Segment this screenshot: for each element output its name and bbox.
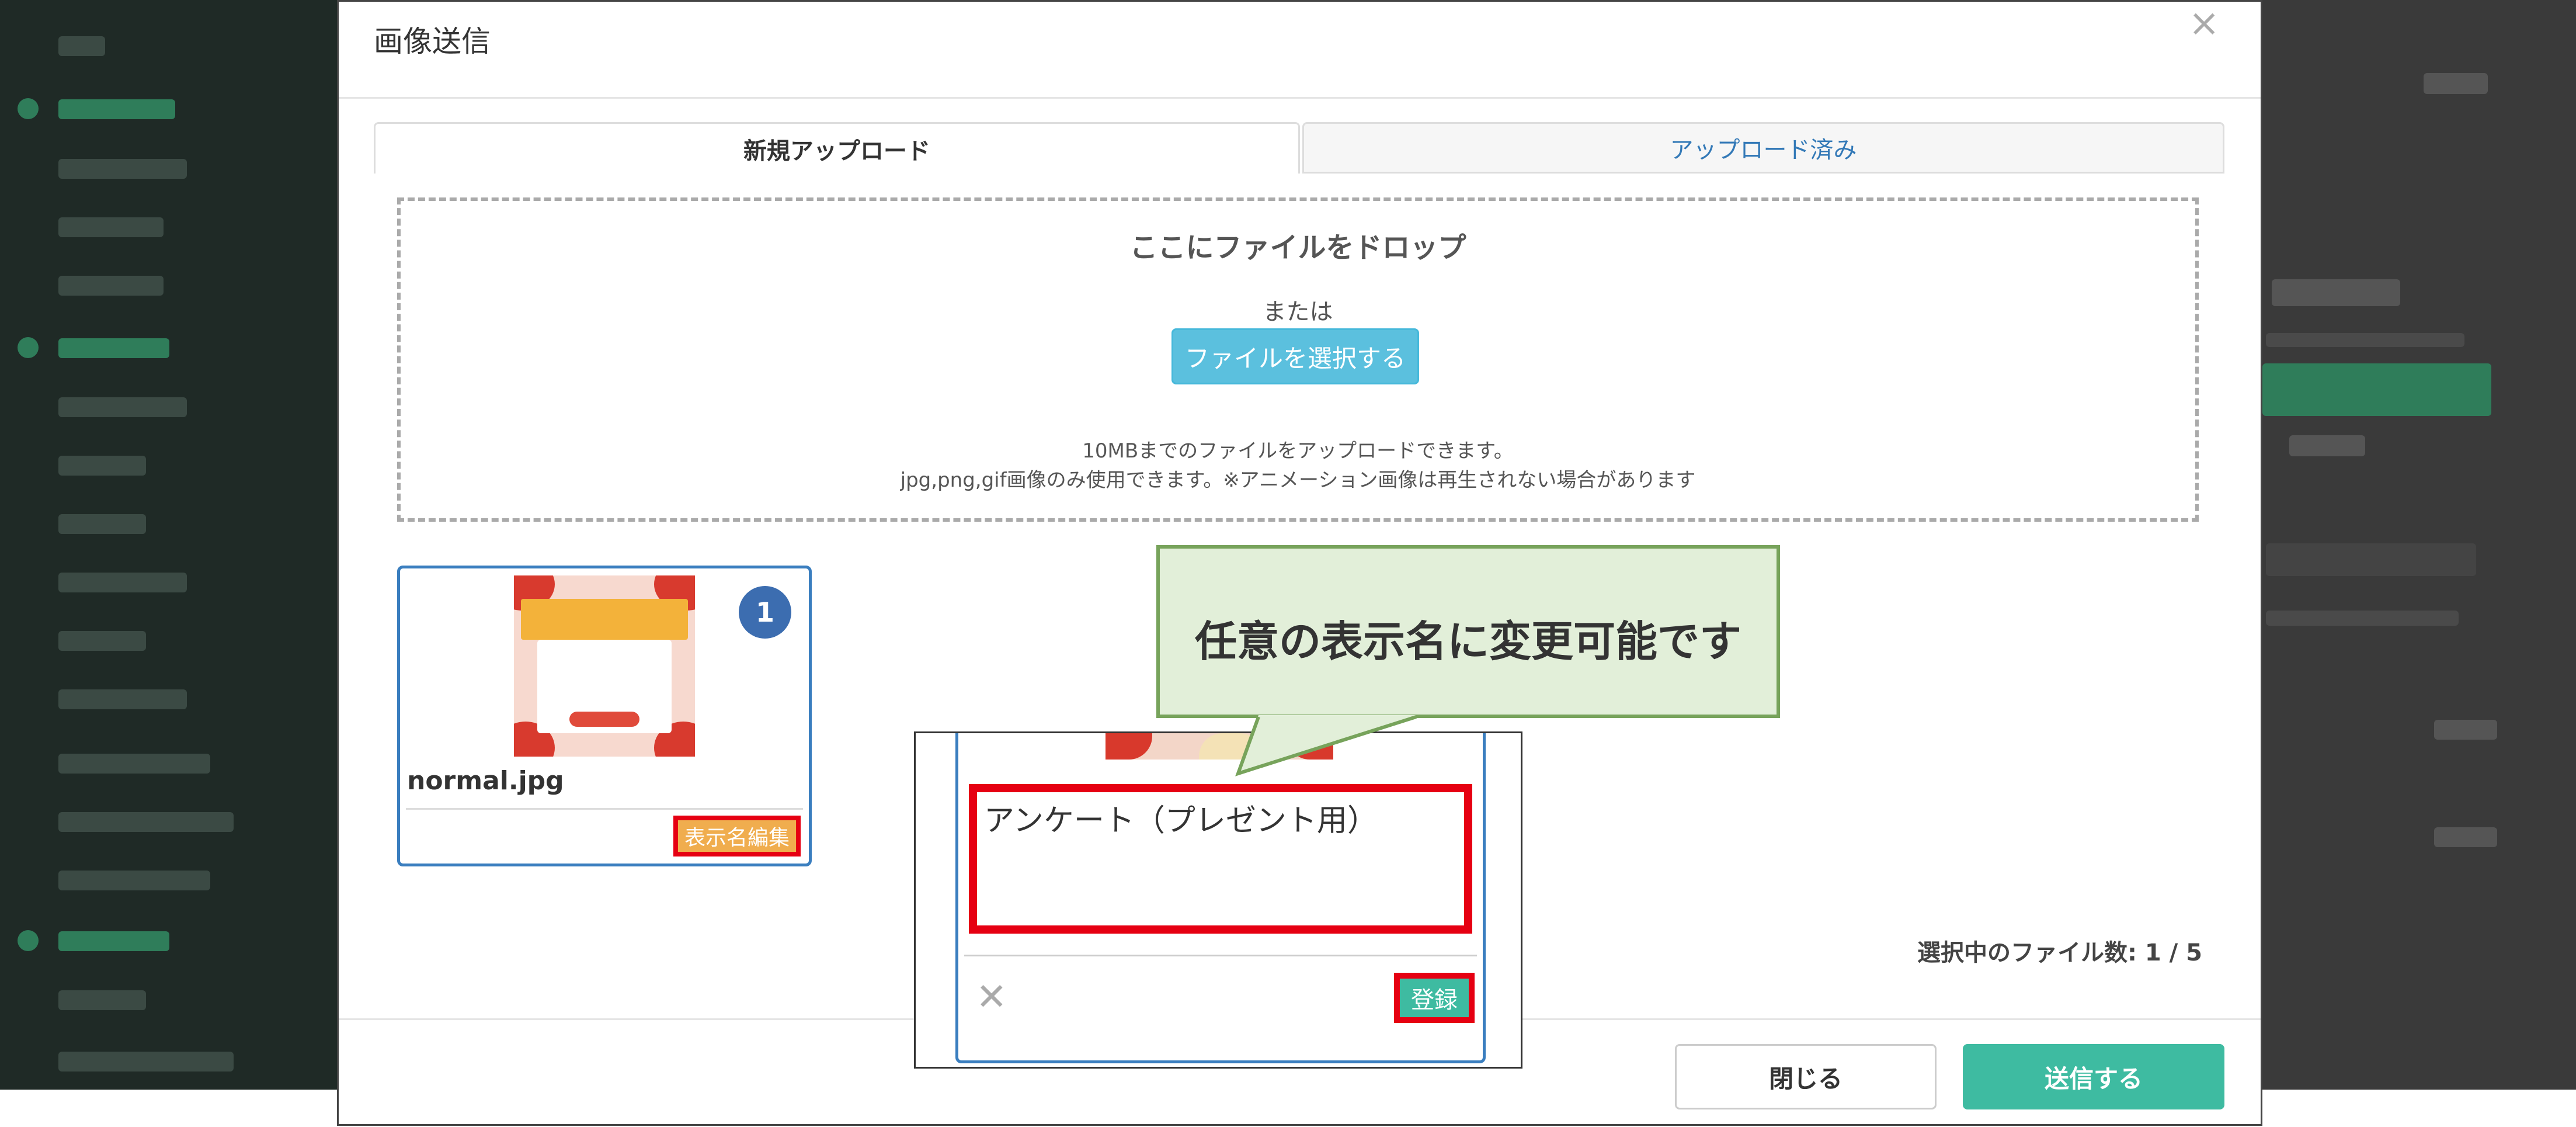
callout-tail (1235, 715, 1417, 776)
